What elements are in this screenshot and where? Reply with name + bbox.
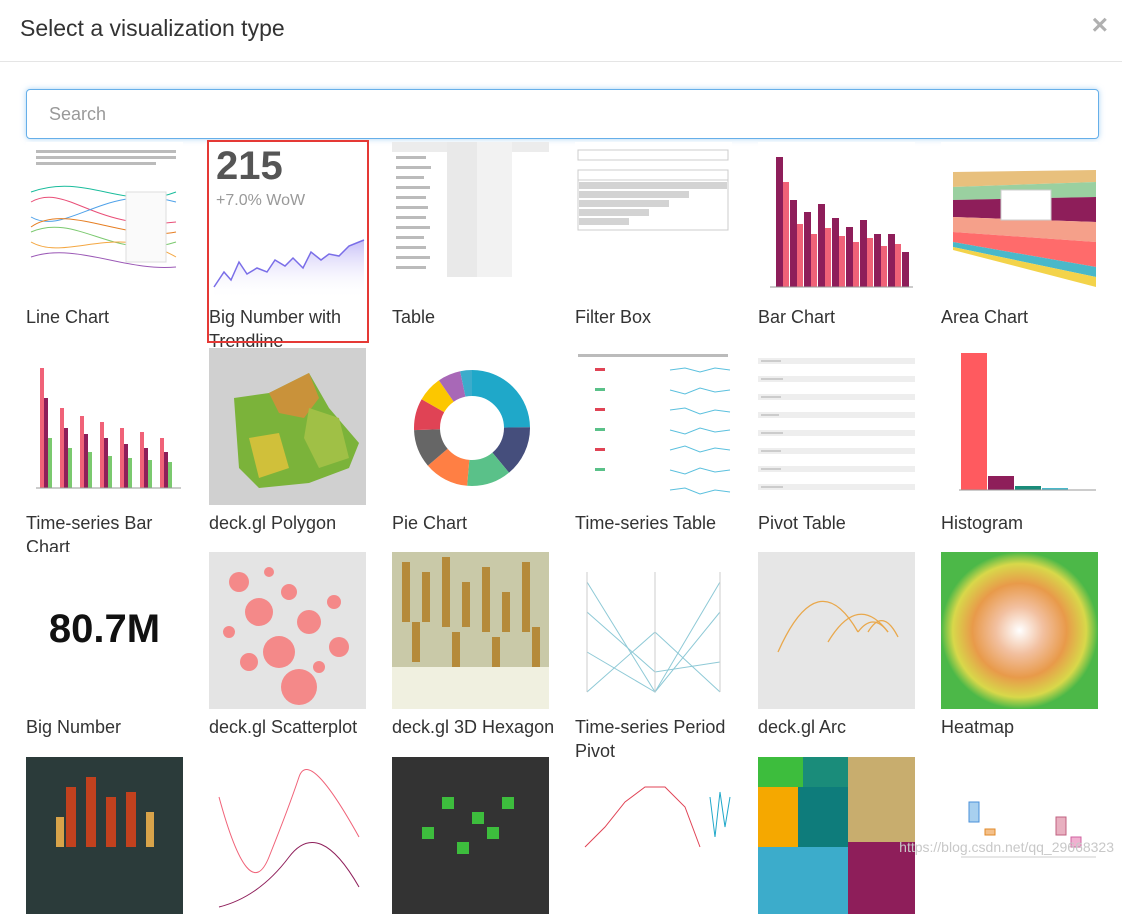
- viz-label: deck.gl 3D Hexagon: [392, 717, 555, 737]
- pivot-table-thumbnail: [758, 348, 915, 505]
- viz-tile-line-chart-2[interactable]: [209, 757, 366, 914]
- bar-chart-thumbnail: [758, 142, 915, 299]
- viz-label: Area Chart: [941, 307, 1029, 327]
- deckgl-scatter-thumbnail: [209, 552, 366, 709]
- area-chart-thumbnail: [941, 142, 1098, 299]
- line-chart-thumbnail: [26, 142, 183, 299]
- viz-tile-deckgl-3d-hexagon[interactable]: deck.gl 3D Hexagon: [392, 552, 554, 739]
- viz-tile-big-number-trendline[interactable]: 215 +7.0% WoW Big Number with Trendline: [209, 142, 366, 353]
- deckgl-arc-thumbnail: [758, 552, 915, 709]
- viz-tile-ts-line[interactable]: [575, 757, 732, 914]
- viz-tile-pivot-table[interactable]: Pivot Table: [758, 348, 915, 535]
- search-input[interactable]: [27, 90, 1098, 138]
- viz-label: Bar Chart: [758, 307, 836, 327]
- pie-chart-thumbnail: [392, 348, 549, 505]
- modal-title: Select a visualization type: [20, 15, 285, 41]
- ts-table-thumbnail: [575, 348, 732, 505]
- viz-label: Time-series Table: [575, 513, 717, 533]
- viz-tile-deckgl-arc[interactable]: deck.gl Arc: [758, 552, 915, 739]
- viz-tile-treemap[interactable]: [758, 757, 915, 914]
- viz-label: Big Number with Trendline: [209, 307, 342, 351]
- viz-tile-big-number[interactable]: 80.7M Big Number: [26, 552, 183, 739]
- close-icon[interactable]: ×: [1092, 10, 1108, 40]
- viz-label: Pivot Table: [758, 513, 846, 533]
- viz-label: Big Number: [26, 717, 122, 737]
- search-box[interactable]: [26, 89, 1099, 139]
- viz-tile-deckgl-scatterplot[interactable]: deck.gl Scatterplot: [209, 552, 366, 739]
- thumb-big-value: 80.7M: [48, 607, 161, 651]
- ts-bar-thumbnail: [26, 348, 183, 505]
- viz-label: Line Chart: [26, 307, 110, 327]
- ts-period-pivot-thumbnail: [575, 552, 732, 709]
- viz-label: deck.gl Polygon: [209, 513, 337, 533]
- viz-label: Pie Chart: [392, 513, 468, 533]
- viz-label: Histogram: [941, 513, 1024, 533]
- filter-box-thumbnail: [575, 142, 732, 299]
- viz-label: Time-series Period Pivot: [575, 717, 726, 761]
- treemap-thumbnail: [758, 757, 915, 914]
- viz-tile-line-chart[interactable]: Line Chart: [26, 142, 183, 329]
- ts-line-thumbnail: [575, 757, 732, 914]
- watermark: https://blog.csdn.net/qq_29668323: [899, 839, 1114, 855]
- box-plot-thumbnail: [941, 757, 1098, 914]
- viz-tile-ts-bar-chart[interactable]: Time-series Bar Chart: [26, 348, 183, 559]
- viz-label: Table: [392, 307, 436, 327]
- viz-tile-deckgl-screengrid[interactable]: [392, 757, 549, 914]
- viz-tile-histogram[interactable]: Histogram: [941, 348, 1098, 535]
- histogram-thumbnail: [941, 348, 1098, 505]
- viz-tile-box-plot[interactable]: [941, 757, 1098, 914]
- deckgl-hex-thumbnail: [392, 552, 549, 709]
- viz-tile-ts-table[interactable]: Time-series Table: [575, 348, 732, 535]
- viz-label: deck.gl Scatterplot: [209, 717, 358, 737]
- big-number-trendline-thumbnail: 215 +7.0% WoW: [209, 142, 366, 299]
- deckgl-polygon-thumbnail: [209, 348, 366, 505]
- viz-tile-filter-box[interactable]: Filter Box: [575, 142, 732, 329]
- heatmap-thumbnail: [941, 552, 1098, 709]
- viz-tile-pie-chart[interactable]: Pie Chart: [392, 348, 549, 535]
- viz-tile-table[interactable]: Table: [392, 142, 549, 329]
- big-number-thumbnail: 80.7M: [26, 552, 183, 709]
- viz-tile-bar-chart[interactable]: Bar Chart: [758, 142, 915, 329]
- modal-header: Select a visualization type ×: [0, 0, 1122, 62]
- viz-label: Filter Box: [575, 307, 652, 327]
- viz-tile-heatmap[interactable]: Heatmap: [941, 552, 1098, 739]
- viz-tile-area-chart[interactable]: Area Chart: [941, 142, 1098, 329]
- viz-label: Heatmap: [941, 717, 1015, 737]
- deckgl-screengrid-thumbnail: [392, 757, 549, 914]
- deckgl-grid-thumbnail: [26, 757, 183, 914]
- line-chart-2-thumbnail: [209, 757, 366, 914]
- viz-tile-deckgl-polygon[interactable]: deck.gl Polygon: [209, 348, 366, 535]
- viz-tile-ts-period-pivot[interactable]: Time-series Period Pivot: [575, 552, 732, 763]
- viz-tile-deckgl-grid[interactable]: [26, 757, 183, 914]
- viz-label: deck.gl Arc: [758, 717, 847, 737]
- table-thumbnail: [392, 142, 549, 299]
